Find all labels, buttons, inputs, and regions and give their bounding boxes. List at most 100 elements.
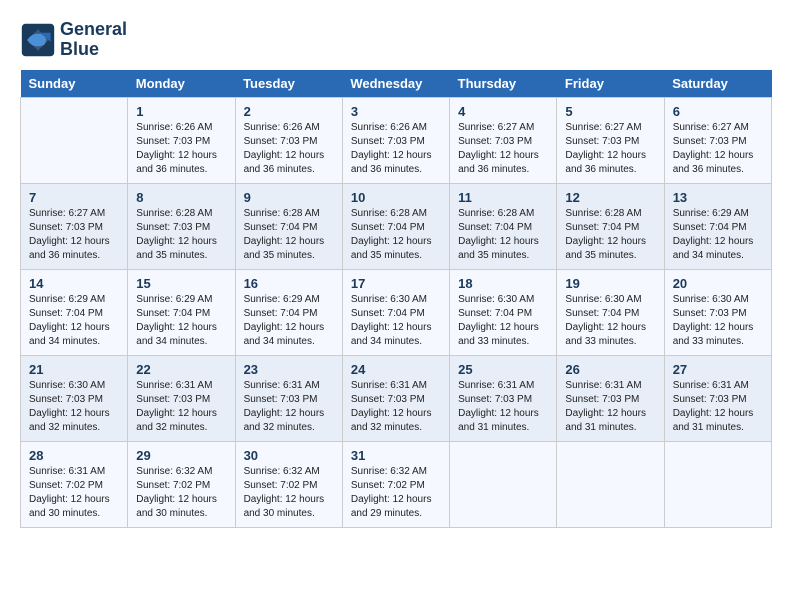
calendar-cell: 1 Sunrise: 6:26 AM Sunset: 7:03 PM Daylig… [128, 97, 235, 183]
calendar-cell [557, 441, 664, 527]
day-info: Sunrise: 6:31 AM Sunset: 7:03 PM Dayligh… [351, 379, 441, 435]
calendar-cell: 12 Sunrise: 6:28 AM Sunset: 7:04 PM Dayli… [557, 183, 664, 269]
calendar-cell: 9Sunrise: 6:28 AM Sunset: 7:04 PM Daylig… [235, 183, 342, 269]
day-info: Sunrise: 6:31 AM Sunset: 7:03 PM Dayligh… [565, 379, 655, 435]
day-info: Sunrise: 6:29 AM Sunset: 7:04 PM Dayligh… [244, 293, 334, 349]
day-info: Sunrise: 6:31 AM Sunset: 7:03 PM Dayligh… [244, 379, 334, 435]
calendar-cell: 24Sunrise: 6:31 AM Sunset: 7:03 PM Dayli… [342, 355, 449, 441]
logo-text: General Blue [60, 20, 127, 60]
weekday-header: Monday [128, 70, 235, 98]
day-number: 4 [458, 104, 548, 119]
weekday-header: Saturday [664, 70, 771, 98]
calendar-week-row: 21 Sunrise: 6:30 AM Sunset: 7:03 PM Dayli… [21, 355, 772, 441]
calendar-cell: 15 Sunrise: 6:29 AM Sunset: 7:04 PM Dayli… [128, 269, 235, 355]
weekday-header: Wednesday [342, 70, 449, 98]
calendar-cell [21, 97, 128, 183]
day-number: 30 [244, 448, 334, 463]
calendar-cell: 27 Sunrise: 6:31 AM Sunset: 7:03 PM Dayli… [664, 355, 771, 441]
day-number: 18 [458, 276, 548, 291]
day-info: Sunrise: 6:31 AM Sunset: 7:03 PM Dayligh… [136, 379, 226, 435]
page-header: General Blue [20, 20, 772, 60]
weekday-header: Tuesday [235, 70, 342, 98]
calendar-cell: 7 Sunrise: 6:27 AM Sunset: 7:03 PM Daylig… [21, 183, 128, 269]
day-info: Sunrise: 6:32 AM Sunset: 7:02 PM Dayligh… [136, 465, 226, 521]
day-number: 29 [136, 448, 226, 463]
calendar-week-row: 1 Sunrise: 6:26 AM Sunset: 7:03 PM Daylig… [21, 97, 772, 183]
day-number: 21 [29, 362, 119, 377]
calendar-cell: 17 Sunrise: 6:30 AM Sunset: 7:04 PM Dayli… [342, 269, 449, 355]
calendar-cell: 28 Sunrise: 6:31 AM Sunset: 7:02 PM Dayli… [21, 441, 128, 527]
calendar-cell: 5Sunrise: 6:27 AM Sunset: 7:03 PM Daylig… [557, 97, 664, 183]
day-info: Sunrise: 6:30 AM Sunset: 7:04 PM Dayligh… [565, 293, 655, 349]
day-number: 22 [136, 362, 226, 377]
calendar-cell: 6Sunrise: 6:27 AM Sunset: 7:03 PM Daylig… [664, 97, 771, 183]
calendar-cell: 11Sunrise: 6:28 AM Sunset: 7:04 PM Dayli… [450, 183, 557, 269]
day-number: 28 [29, 448, 119, 463]
calendar-cell: 18 Sunrise: 6:30 AM Sunset: 7:04 PM Dayli… [450, 269, 557, 355]
day-number: 25 [458, 362, 548, 377]
calendar-cell: 29 Sunrise: 6:32 AM Sunset: 7:02 PM Dayli… [128, 441, 235, 527]
calendar-cell: 31Sunrise: 6:32 AM Sunset: 7:02 PM Dayli… [342, 441, 449, 527]
day-info: Sunrise: 6:26 AM Sunset: 7:03 PM Dayligh… [244, 121, 334, 177]
day-number: 27 [673, 362, 763, 377]
calendar-body: 1 Sunrise: 6:26 AM Sunset: 7:03 PM Daylig… [21, 97, 772, 527]
calendar-cell: 23 Sunrise: 6:31 AM Sunset: 7:03 PM Dayli… [235, 355, 342, 441]
day-number: 17 [351, 276, 441, 291]
day-info: Sunrise: 6:29 AM Sunset: 7:04 PM Dayligh… [673, 207, 763, 263]
day-number: 10 [351, 190, 441, 205]
calendar-cell: 20 Sunrise: 6:30 AM Sunset: 7:03 PM Dayli… [664, 269, 771, 355]
day-number: 8 [136, 190, 226, 205]
calendar-cell: 2 Sunrise: 6:26 AM Sunset: 7:03 PM Daylig… [235, 97, 342, 183]
day-info: Sunrise: 6:30 AM Sunset: 7:04 PM Dayligh… [458, 293, 548, 349]
calendar-cell: 25 Sunrise: 6:31 AM Sunset: 7:03 PM Dayli… [450, 355, 557, 441]
calendar-cell: 30Sunrise: 6:32 AM Sunset: 7:02 PM Dayli… [235, 441, 342, 527]
day-number: 20 [673, 276, 763, 291]
day-info: Sunrise: 6:28 AM Sunset: 7:04 PM Dayligh… [458, 207, 548, 263]
day-info: Sunrise: 6:27 AM Sunset: 7:03 PM Dayligh… [29, 207, 119, 263]
day-number: 6 [673, 104, 763, 119]
weekday-header: Friday [557, 70, 664, 98]
calendar-cell: 22 Sunrise: 6:31 AM Sunset: 7:03 PM Dayli… [128, 355, 235, 441]
day-info: Sunrise: 6:28 AM Sunset: 7:04 PM Dayligh… [351, 207, 441, 263]
day-info: Sunrise: 6:28 AM Sunset: 7:04 PM Dayligh… [565, 207, 655, 263]
day-number: 7 [29, 190, 119, 205]
calendar-week-row: 28 Sunrise: 6:31 AM Sunset: 7:02 PM Dayli… [21, 441, 772, 527]
day-number: 26 [565, 362, 655, 377]
weekday-header: Thursday [450, 70, 557, 98]
day-number: 2 [244, 104, 334, 119]
day-info: Sunrise: 6:29 AM Sunset: 7:04 PM Dayligh… [136, 293, 226, 349]
calendar-cell: 4 Sunrise: 6:27 AM Sunset: 7:03 PM Daylig… [450, 97, 557, 183]
day-info: Sunrise: 6:27 AM Sunset: 7:03 PM Dayligh… [458, 121, 548, 177]
logo: General Blue [20, 20, 127, 60]
day-info: Sunrise: 6:30 AM Sunset: 7:03 PM Dayligh… [29, 379, 119, 435]
calendar-cell: 16 Sunrise: 6:29 AM Sunset: 7:04 PM Dayli… [235, 269, 342, 355]
day-number: 16 [244, 276, 334, 291]
day-number: 12 [565, 190, 655, 205]
day-info: Sunrise: 6:26 AM Sunset: 7:03 PM Dayligh… [136, 121, 226, 177]
calendar-cell: 8Sunrise: 6:28 AM Sunset: 7:03 PM Daylig… [128, 183, 235, 269]
day-info: Sunrise: 6:30 AM Sunset: 7:04 PM Dayligh… [351, 293, 441, 349]
calendar-cell: 26 Sunrise: 6:31 AM Sunset: 7:03 PM Dayli… [557, 355, 664, 441]
day-number: 19 [565, 276, 655, 291]
calendar-cell: 21 Sunrise: 6:30 AM Sunset: 7:03 PM Dayli… [21, 355, 128, 441]
logo-icon [20, 22, 56, 58]
day-number: 5 [565, 104, 655, 119]
weekday-header: Sunday [21, 70, 128, 98]
calendar-cell: 13Sunrise: 6:29 AM Sunset: 7:04 PM Dayli… [664, 183, 771, 269]
calendar-header-row: SundayMondayTuesdayWednesdayThursdayFrid… [21, 70, 772, 98]
day-info: Sunrise: 6:31 AM Sunset: 7:02 PM Dayligh… [29, 465, 119, 521]
calendar-cell: 14Sunrise: 6:29 AM Sunset: 7:04 PM Dayli… [21, 269, 128, 355]
day-number: 3 [351, 104, 441, 119]
calendar-week-row: 7 Sunrise: 6:27 AM Sunset: 7:03 PM Daylig… [21, 183, 772, 269]
day-number: 1 [136, 104, 226, 119]
day-info: Sunrise: 6:31 AM Sunset: 7:03 PM Dayligh… [673, 379, 763, 435]
day-number: 23 [244, 362, 334, 377]
calendar-cell [664, 441, 771, 527]
day-number: 15 [136, 276, 226, 291]
day-number: 14 [29, 276, 119, 291]
day-info: Sunrise: 6:30 AM Sunset: 7:03 PM Dayligh… [673, 293, 763, 349]
day-info: Sunrise: 6:31 AM Sunset: 7:03 PM Dayligh… [458, 379, 548, 435]
calendar-week-row: 14 Sunrise: 6:29 AM Sunset: 7:04 PM Dayli… [21, 269, 772, 355]
calendar-cell [450, 441, 557, 527]
day-number: 31 [351, 448, 441, 463]
